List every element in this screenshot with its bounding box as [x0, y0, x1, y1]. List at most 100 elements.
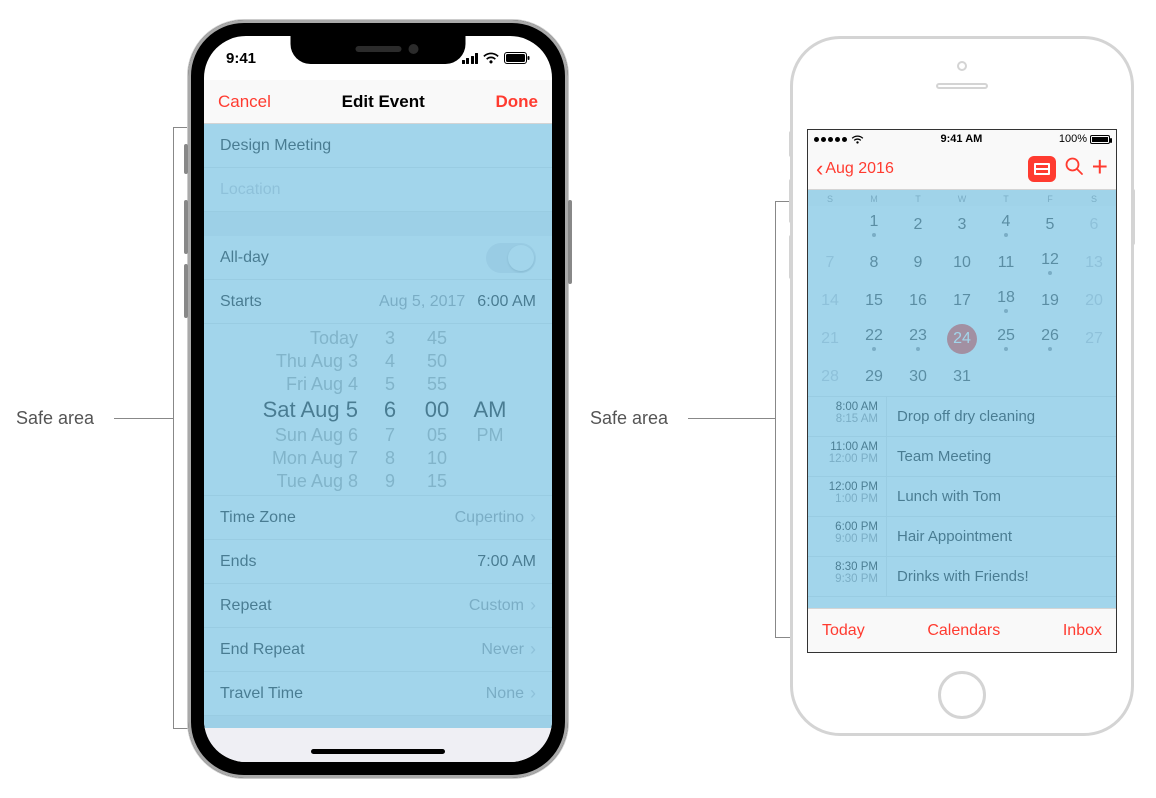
date-time-picker[interactable]: Today345Thu Aug 3450Fri Aug 4555Sat Aug … — [204, 324, 552, 496]
nav-bar: ‹ Aug 2016 + — [808, 148, 1116, 190]
day-cell[interactable]: 13 — [1072, 244, 1116, 282]
weekday-label: T — [984, 194, 1028, 204]
day-cell[interactable]: 19 — [1028, 282, 1072, 320]
volume-up — [789, 179, 793, 223]
status-time: 9:41 — [226, 50, 256, 67]
back-button[interactable]: ‹ Aug 2016 — [816, 158, 894, 180]
picker-row[interactable]: Sat Aug 5600AM — [204, 396, 552, 424]
day-cell[interactable]: 24 — [940, 320, 984, 358]
leader-line — [688, 418, 776, 419]
agenda-row[interactable]: 8:30 PM9:30 PMDrinks with Friends! — [808, 557, 1116, 597]
front-camera — [957, 61, 967, 71]
notch — [291, 36, 466, 64]
agenda-row[interactable]: 11:00 AM12:00 PMTeam Meeting — [808, 437, 1116, 477]
selected-day[interactable]: 24 — [947, 324, 977, 354]
event-location-input[interactable] — [220, 181, 536, 199]
allday-row[interactable]: All-day — [204, 236, 552, 280]
battery-percent: 100% — [1059, 133, 1087, 145]
day-cell[interactable]: 4 — [984, 206, 1028, 244]
agenda-time: 11:00 AM12:00 PM — [808, 437, 886, 476]
traveltime-row[interactable]: Travel Time None › — [204, 672, 552, 716]
day-cell[interactable]: 16 — [896, 282, 940, 320]
day-cell[interactable]: 1 — [852, 206, 896, 244]
day-cell[interactable]: 15 — [852, 282, 896, 320]
day-cell[interactable]: 23 — [896, 320, 940, 358]
endrepeat-row[interactable]: End Repeat Never › — [204, 628, 552, 672]
day-cell[interactable]: 10 — [940, 244, 984, 282]
day-cell[interactable]: 25 — [984, 320, 1028, 358]
weekday-label: S — [808, 194, 852, 204]
view-mode-button[interactable] — [1028, 156, 1056, 182]
picker-row[interactable]: Fri Aug 4555 — [204, 373, 552, 396]
day-cell[interactable]: 7 — [808, 244, 852, 282]
volume-down — [184, 264, 188, 318]
battery-icon — [504, 52, 530, 64]
agenda-row[interactable]: 12:00 PM1:00 PMLunch with Tom — [808, 477, 1116, 517]
day-cell[interactable]: 31 — [940, 358, 984, 396]
event-title-row[interactable] — [204, 124, 552, 168]
day-cell[interactable]: 6 — [1072, 206, 1116, 244]
event-dot — [872, 233, 876, 237]
day-cell[interactable]: 9 — [896, 244, 940, 282]
agenda-title: Drop off dry cleaning — [886, 397, 1116, 436]
chevron-right-icon: › — [530, 639, 536, 660]
event-title-input[interactable] — [220, 137, 536, 155]
day-cell[interactable]: 8 — [852, 244, 896, 282]
day-cell[interactable]: 11 — [984, 244, 1028, 282]
agenda-title: Team Meeting — [886, 437, 1116, 476]
day-cell[interactable]: 5 — [1028, 206, 1072, 244]
chevron-right-icon: › — [530, 507, 536, 528]
event-location-row[interactable] — [204, 168, 552, 212]
day-cell[interactable]: 30 — [896, 358, 940, 396]
starts-row[interactable]: Starts Aug 5, 2017 6:00 AM — [204, 280, 552, 324]
picker-row[interactable]: Today345 — [204, 327, 552, 350]
allday-label: All-day — [220, 249, 486, 267]
agenda-list: 8:00 AM8:15 AMDrop off dry cleaning11:00… — [808, 396, 1116, 597]
repeat-row[interactable]: Repeat Custom › — [204, 584, 552, 628]
starts-date: Aug 5, 2017 — [379, 293, 465, 311]
repeat-label: Repeat — [220, 597, 469, 615]
done-button[interactable]: Done — [495, 92, 538, 112]
picker-row[interactable]: Sun Aug 6705PM — [204, 424, 552, 447]
ends-row[interactable]: Ends 7:00 AM — [204, 540, 552, 584]
agenda-row[interactable]: 8:00 AM8:15 AMDrop off dry cleaning — [808, 397, 1116, 437]
mute-switch — [184, 144, 188, 174]
day-cell[interactable]: 21 — [808, 320, 852, 358]
today-tab[interactable]: Today — [822, 622, 865, 640]
weekday-label: S — [1072, 194, 1116, 204]
cellular-icon — [462, 53, 479, 64]
day-cell[interactable]: 3 — [940, 206, 984, 244]
agenda-time: 12:00 PM1:00 PM — [808, 477, 886, 516]
day-cell[interactable]: 14 — [808, 282, 852, 320]
picker-row[interactable]: Thu Aug 3450 — [204, 350, 552, 373]
event-dot — [1004, 233, 1008, 237]
day-cell[interactable]: 20 — [1072, 282, 1116, 320]
cancel-button[interactable]: Cancel — [218, 92, 271, 112]
timezone-row[interactable]: Time Zone Cupertino › — [204, 496, 552, 540]
weekday-label: W — [940, 194, 984, 204]
day-cell[interactable]: 28 — [808, 358, 852, 396]
day-cell[interactable]: 26 — [1028, 320, 1072, 358]
day-cell[interactable]: 17 — [940, 282, 984, 320]
day-cell[interactable]: 18 — [984, 282, 1028, 320]
picker-row[interactable]: Mon Aug 7810 — [204, 447, 552, 470]
day-cell[interactable]: 2 — [896, 206, 940, 244]
picker-row[interactable]: Tue Aug 8915 — [204, 470, 552, 493]
agenda-title: Lunch with Tom — [886, 477, 1116, 516]
tab-bar: Today Calendars Inbox — [808, 608, 1116, 652]
status-bar: 9:41 AM 100% — [808, 130, 1116, 148]
day-cell[interactable]: 12 — [1028, 244, 1072, 282]
agenda-row[interactable]: 6:00 PM9:00 PMHair Appointment — [808, 517, 1116, 557]
search-button[interactable] — [1064, 156, 1084, 182]
allday-toggle[interactable] — [486, 243, 536, 273]
event-dot — [1048, 347, 1052, 351]
day-cell[interactable]: 29 — [852, 358, 896, 396]
day-cell[interactable]: 27 — [1072, 320, 1116, 358]
day-cell[interactable]: 22 — [852, 320, 896, 358]
edit-event-form: All-day Starts Aug 5, 2017 6:00 AM Today… — [204, 124, 552, 762]
add-button[interactable]: + — [1092, 153, 1108, 181]
inbox-tab[interactable]: Inbox — [1063, 622, 1102, 640]
status-time: 9:41 AM — [941, 133, 983, 145]
calendars-tab[interactable]: Calendars — [927, 622, 1000, 640]
wifi-icon — [483, 52, 499, 64]
